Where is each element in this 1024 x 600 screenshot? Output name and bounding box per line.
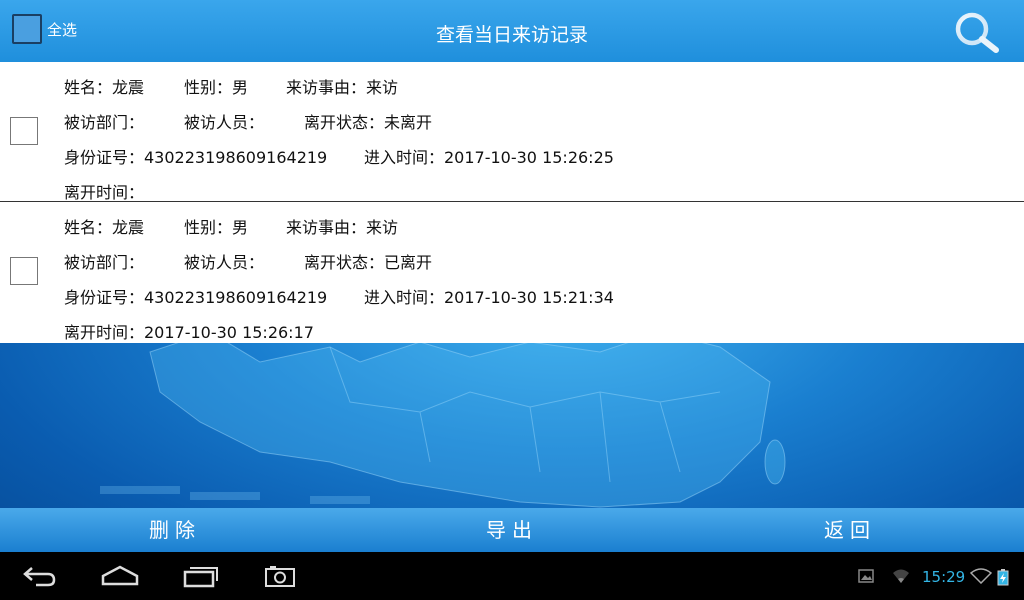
visited-department: 被访部门： [64,253,145,272]
entry-time: 进入时间：2017-10-30 15:26:25 [364,148,614,167]
leave-status: 离开状态：未离开 [304,113,433,132]
record-checkbox[interactable] [10,117,38,145]
export-button[interactable]: 导出 [437,508,587,552]
visit-reason: 来访事由：来访 [286,218,399,237]
record-list: 姓名：龙震 性别：男 来访事由：来访 被访部门： 被访人员： 离开状态：未离开 身份证号… [0,62,1024,343]
id-number: 身份证号：430223198609164219 [64,288,328,307]
header-bar: 全选 查看当日来访记录 [0,0,1024,62]
list-item[interactable]: 姓名：龙震 性别：男 来访事由：来访 被访部门： 被访人员： 离开状态：未离开 身份证号… [0,62,1024,202]
visited-staff: 被访人员： [184,253,265,272]
leave-time: 离开时间： [64,183,145,202]
leave-time: 离开时间：2017-10-30 15:26:17 [64,323,314,342]
visitor-gender: 性别：男 [184,78,249,97]
id-number: 身份证号：430223198609164219 [64,148,328,167]
leave-status: 离开状态：已离开 [304,253,433,272]
visitor-gender: 性别：男 [184,218,249,237]
visit-reason: 来访事由：来访 [286,78,399,97]
search-icon[interactable] [952,10,1004,54]
wifi-weak-icon [892,568,910,588]
visitor-name: 姓名：龙震 [64,78,145,97]
action-bar: 删除 导出 返回 [0,508,1024,552]
nav-back-icon[interactable] [22,564,58,592]
delete-button[interactable]: 删除 [100,508,250,552]
wifi-icon [969,568,993,588]
nav-recents-icon[interactable] [182,564,220,592]
visitor-name: 姓名：龙震 [64,218,145,237]
back-button[interactable]: 返回 [775,508,925,552]
list-item[interactable]: 姓名：龙震 性别：男 来访事由：来访 被访部门： 被访人员： 离开状态：已离开 身份证号… [0,202,1024,343]
entry-time: 进入时间：2017-10-30 15:21:34 [364,288,614,307]
page-title: 查看当日来访记录 [435,24,588,46]
gallery-icon [858,568,874,588]
status-clock: 15:29 [922,568,966,586]
nav-home-icon[interactable] [100,564,140,592]
system-nav-bar: 15:29 [0,552,1024,600]
camera-icon[interactable] [264,564,296,592]
visited-staff: 被访人员： [184,113,265,132]
visited-department: 被访部门： [64,113,145,132]
battery-charging-icon [997,568,1009,590]
record-checkbox[interactable] [10,257,38,285]
